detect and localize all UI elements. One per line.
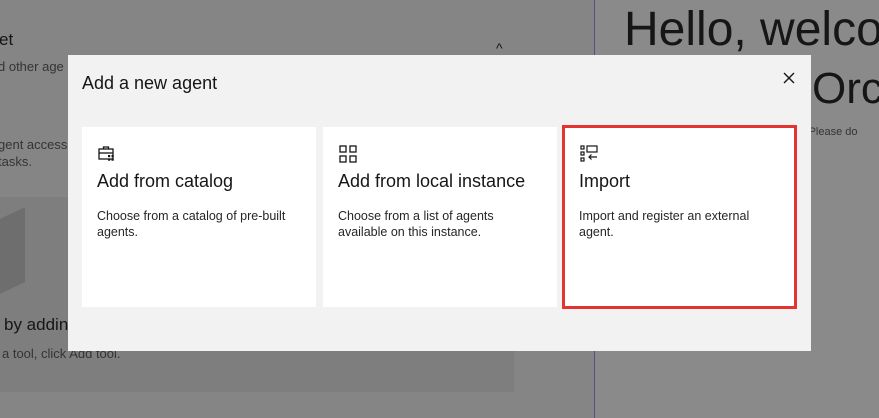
add-from-catalog-tile[interactable]: Add from catalog Choose from a catalog o…: [82, 127, 316, 307]
tile-title: Import: [579, 171, 631, 191]
tile-title: Add from catalog: [97, 171, 234, 191]
modal-title: Add a new agent: [82, 73, 218, 93]
page: et d other age ^ gent access tasks. by a…: [0, 0, 879, 418]
add-agent-modal: Add a new agent Add from catalog Choose …: [68, 55, 811, 351]
close-button[interactable]: [778, 67, 800, 89]
grid-icon: [339, 145, 357, 163]
tile-description: Choose from a list of agents available o…: [338, 209, 494, 239]
catalog-icon: [98, 146, 114, 161]
close-icon: [783, 72, 795, 84]
import-icon: [580, 145, 598, 162]
tile-description: Import and register an external agent.: [579, 209, 750, 239]
import-tile[interactable]: Import Import and register an external a…: [562, 125, 797, 309]
tile-description: Choose from a catalog of pre-built agent…: [97, 209, 286, 239]
tile-title: Add from local instance: [338, 171, 526, 191]
add-from-local-instance-tile[interactable]: Add from local instance Choose from a li…: [323, 127, 557, 307]
